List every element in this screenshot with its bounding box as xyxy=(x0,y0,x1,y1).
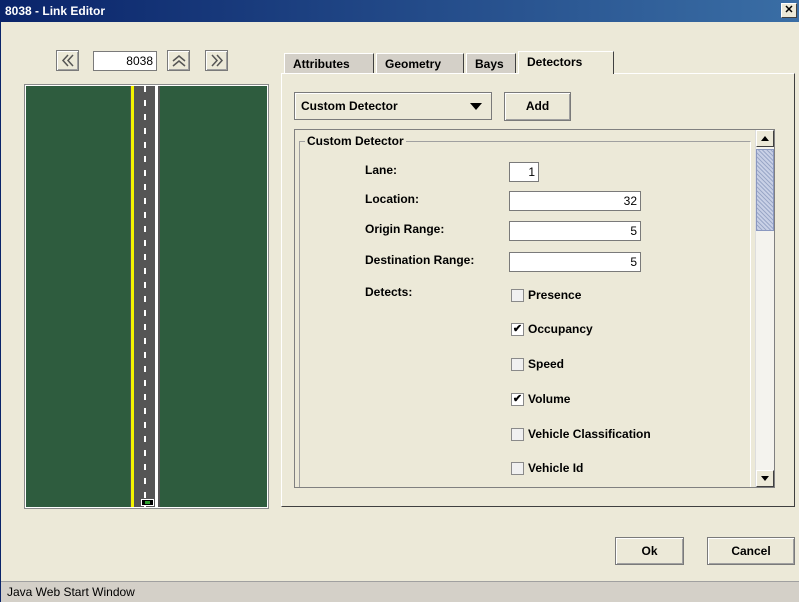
arrow-up-icon xyxy=(761,136,769,141)
detects-label: Detects: xyxy=(365,285,413,299)
scroll-up-button[interactable] xyxy=(756,130,774,147)
destination-range-field[interactable]: 5 xyxy=(509,252,641,272)
previous-link-button[interactable] xyxy=(56,50,79,71)
location-field[interactable]: 32 xyxy=(509,191,641,211)
tab-bays[interactable]: Bays xyxy=(466,53,516,73)
vehicle-id-checkbox[interactable] xyxy=(511,462,524,475)
volume-label: Volume xyxy=(528,392,571,406)
ok-button[interactable]: Ok xyxy=(615,537,684,565)
tab-attributes[interactable]: Attributes xyxy=(284,53,374,73)
double-chevron-left-icon xyxy=(61,54,74,67)
link-view-canvas[interactable] xyxy=(25,85,268,508)
speed-label: Speed xyxy=(528,357,565,371)
lane-field[interactable]: 1 xyxy=(509,162,539,182)
upstream-link-button[interactable] xyxy=(167,50,190,71)
occupancy-label: Occupancy xyxy=(528,322,593,336)
double-chevron-up-icon xyxy=(172,55,185,67)
tab-detectors[interactable]: Detectors xyxy=(518,51,614,74)
cancel-button[interactable]: Cancel xyxy=(707,537,795,565)
next-link-button[interactable] xyxy=(205,50,228,71)
check-icon: ✔ xyxy=(512,393,523,405)
location-label: Location: xyxy=(365,192,419,206)
scrollbar-thumb[interactable] xyxy=(756,149,774,231)
presence-label: Presence xyxy=(528,288,582,302)
occupancy-checkbox[interactable]: ✔ xyxy=(511,323,524,336)
status-bar: Java Web Start Window xyxy=(1,581,799,602)
link-id-field[interactable]: 8038 xyxy=(93,51,157,71)
presence-checkbox[interactable] xyxy=(511,289,524,302)
window-title: 8038 - Link Editor xyxy=(5,4,106,18)
detector-type-dropdown[interactable]: Custom Detector xyxy=(294,92,492,120)
center-line xyxy=(131,86,134,507)
chevron-down-icon xyxy=(470,103,482,110)
vehicle-classification-checkbox[interactable] xyxy=(511,428,524,441)
origin-range-label: Origin Range: xyxy=(365,222,445,236)
add-detector-button[interactable]: Add xyxy=(504,92,571,121)
origin-range-field[interactable]: 5 xyxy=(509,221,641,241)
lane-divider xyxy=(144,86,146,507)
double-chevron-right-icon xyxy=(210,54,223,67)
check-icon: ✔ xyxy=(512,323,523,335)
vehicle-classification-label: Vehicle Classification xyxy=(528,427,651,441)
vehicle-id-label: Vehicle Id xyxy=(528,461,584,475)
close-icon: ✕ xyxy=(784,4,794,16)
lane-label: Lane: xyxy=(365,163,398,177)
detector-scroll-pane[interactable]: Custom Detector Lane: 1 Location: 32 Ori… xyxy=(294,129,775,488)
speed-checkbox[interactable] xyxy=(511,358,524,371)
arrow-down-icon xyxy=(761,476,769,481)
vertical-scrollbar[interactable] xyxy=(755,130,774,487)
scroll-down-button[interactable] xyxy=(756,470,774,487)
volume-checkbox[interactable]: ✔ xyxy=(511,393,524,406)
title-bar[interactable]: 8038 - Link Editor ✕ xyxy=(1,0,799,22)
detector-type-value: Custom Detector xyxy=(301,99,398,113)
close-button[interactable]: ✕ xyxy=(781,3,797,18)
detector-marker[interactable] xyxy=(141,499,154,506)
detector-marker-fill xyxy=(145,501,150,504)
destination-range-label: Destination Range: xyxy=(365,253,475,267)
edge-line xyxy=(155,86,158,507)
tab-geometry[interactable]: Geometry xyxy=(376,53,464,73)
link-editor-window: 8038 - Link Editor ✕ 8038 Attributes Geo… xyxy=(0,0,799,602)
group-title: Custom Detector xyxy=(305,134,406,148)
